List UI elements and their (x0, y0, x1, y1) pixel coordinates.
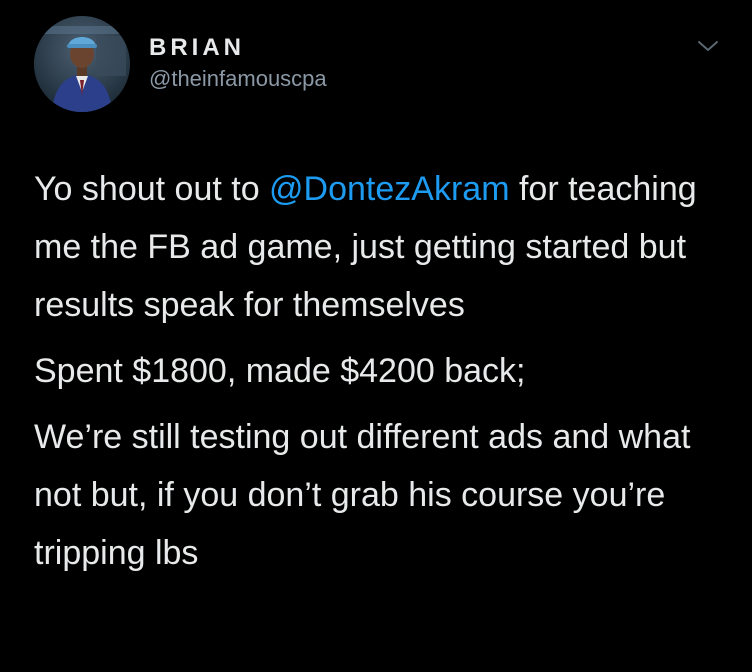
chevron-down-icon[interactable] (696, 38, 720, 54)
author-names: BRIAN @theinfamouscpa (149, 34, 327, 94)
tweet-paragraph-1: Yo shout out to @DontezAkram for teachin… (34, 160, 724, 334)
avatar[interactable] (34, 16, 130, 112)
tweet-header: BRIAN @theinfamouscpa (34, 16, 734, 116)
tweet-text: Yo shout out to @DontezAkram for teachin… (34, 160, 724, 582)
display-name[interactable]: BRIAN (149, 34, 327, 62)
tweet-card: BRIAN @theinfamouscpa Yo shout out to @D… (0, 0, 752, 672)
tweet-paragraph-2: Spent $1800, made $4200 back; (34, 352, 526, 390)
user-handle[interactable]: @theinfamouscpa (149, 64, 327, 94)
profile-photo (34, 16, 130, 112)
tweet-text-segment: Yo shout out to (34, 170, 270, 208)
tweet-paragraph-3: We’re still testing out different ads an… (34, 418, 691, 572)
mention-link[interactable]: @DontezAkram (269, 170, 509, 208)
